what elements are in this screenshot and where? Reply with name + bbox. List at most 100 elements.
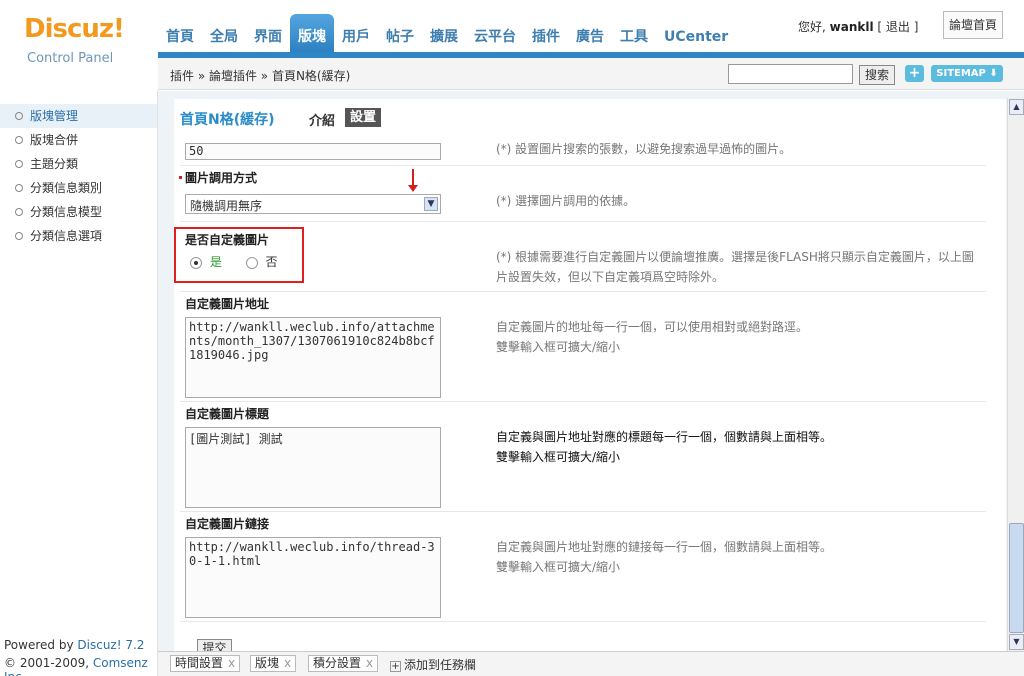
radio-no-label: 否	[265, 255, 278, 269]
sidebar-item-info-models[interactable]: 分類信息模型	[0, 200, 157, 224]
row-divider	[180, 291, 986, 292]
pic-url-label: 自定義圖片地址	[185, 297, 270, 311]
radio-yes-label: 是	[209, 255, 222, 269]
nav-tab-users[interactable]: 用戶	[334, 14, 378, 56]
submit-button[interactable]: 提交	[197, 639, 232, 651]
custom-pic-hint: (*) 根據需要進行自定義圖片以便論壇推廣。選擇是後FLASH將只顯示自定義圖片…	[496, 247, 974, 287]
pic-url-hint: 自定義圖片的地址每一行一個，可以使用相對或絕對路逕。 雙擊輸入框可擴大/縮小	[496, 317, 808, 357]
nav-tab-interface[interactable]: 界面	[246, 14, 290, 56]
sidebar-item-forum-management[interactable]: 版塊管理	[0, 104, 157, 128]
powered-by-label: Powered by	[4, 638, 74, 652]
settings-panel: 首頁N格(緩存) 介紹 設置 50 (*) 設置圖片搜索的張數，以避免搜索過早過…	[174, 99, 1006, 651]
red-arrow-annotation	[408, 169, 418, 192]
plus-icon: +	[390, 661, 401, 672]
nav-tab-extensions[interactable]: 擴展	[422, 14, 466, 56]
custom-pic-hint-line2: 片設置失效，但以下自定義項爲空時除外。	[496, 270, 725, 284]
nav-tab-cloud[interactable]: 云平台	[466, 14, 524, 56]
radio-yes[interactable]	[190, 256, 202, 269]
sidebar-item-forum-merge[interactable]: 版塊合併	[0, 128, 157, 152]
pic-link-hint: 自定義與圖片地址對應的鏈接每一行一個，個數請與上面相等。 雙擊輸入框可擴大/縮小	[496, 537, 832, 577]
breadcrumb: 插件 » 論壇插件 » 首頁N格(緩存)	[170, 69, 351, 83]
nav-tab-plugins[interactable]: 插件	[524, 14, 568, 56]
task-item[interactable]: 積分設置 x	[308, 655, 379, 672]
sidebar: 版塊管理 版塊合併 主題分類 分類信息類別 分類信息模型 分類信息選項 Powe…	[0, 90, 158, 676]
pic-title-hint: 自定義與圖片地址對應的標題每一行一個，個數請與上面相等。 雙擊輸入框可擴大/縮小	[496, 427, 832, 467]
close-icon[interactable]: x	[366, 656, 373, 670]
pic-title-label: 自定義圖片標題	[185, 407, 270, 421]
nav-tab-forums[interactable]: 版塊	[290, 14, 334, 56]
pic-link-label: 自定義圖片鏈接	[185, 517, 270, 531]
sidebar-item-thread-types[interactable]: 主題分類	[0, 152, 157, 176]
search-button[interactable]: 搜索	[859, 65, 895, 85]
nav-tab-home[interactable]: 首頁	[158, 14, 202, 56]
taskbar: 時間設置 x 版塊 x 積分設置 x + 添加到任務欄	[158, 651, 1024, 676]
sidebar-item-info-categories[interactable]: 分類信息類別	[0, 176, 157, 200]
pic-title-hint-line2: 雙擊輸入框可擴大/縮小	[496, 450, 621, 464]
scroll-down-icon[interactable]: ▼	[1009, 634, 1024, 650]
radio-no[interactable]	[245, 256, 258, 269]
user-bar: 您好, wankll [ 退出 ]	[798, 18, 918, 35]
task-label: 時間設置	[175, 656, 224, 670]
copyright-label: © 2001-2009,	[4, 656, 90, 670]
logo-subtitle: Control Panel	[27, 51, 114, 66]
discuz-link[interactable]: Discuz! 7.2	[77, 638, 144, 652]
row-divider	[180, 401, 986, 402]
panel-header: 首頁N格(緩存) 介紹 設置	[180, 108, 382, 129]
pic-url-textarea[interactable]: http://wankll.weclub.info/attachments/mo…	[185, 317, 441, 398]
powered-by: Powered by Discuz! 7.2	[4, 638, 144, 652]
image-count-field[interactable]: 50	[185, 143, 441, 160]
header: Discuz! 首頁 全局 界面 版塊 用戶 帖子 擴展 云平台 插件 廣告 工…	[0, 0, 1024, 56]
pic-link-hint-line1: 自定義與圖片地址對應的鏈接每一行一個，個數請與上面相等。	[496, 540, 833, 554]
sidebar-item-info-options[interactable]: 分類信息選項	[0, 224, 157, 248]
chevron-down-icon[interactable]: ▼	[424, 197, 438, 211]
task-item[interactable]: 版塊 x	[250, 655, 297, 672]
custom-pic-radios: 是 否	[190, 253, 278, 270]
task-item[interactable]: 時間設置 x	[170, 655, 241, 672]
sitemap-button[interactable]: SITEMAP ⬇	[931, 65, 1003, 82]
close-icon[interactable]: x	[284, 656, 291, 670]
pic-method-label: 圖片調用方式	[185, 171, 258, 185]
username: wankll	[829, 20, 874, 34]
pic-link-textarea[interactable]: http://wankll.weclub.info/thread-30-1-1.…	[185, 537, 441, 618]
row-divider	[180, 511, 986, 512]
pic-method-value: 隨機調用無序	[190, 199, 263, 213]
add-to-taskbar[interactable]: + 添加到任務欄	[390, 656, 476, 673]
image-count-hint: (*) 設置圖片搜索的張數，以避免搜索過早過怖的圖片。	[496, 142, 792, 156]
pic-method-hint: (*) 選擇圖片調用的依據。	[496, 194, 636, 208]
nav-tab-ads[interactable]: 廣告	[568, 14, 612, 56]
nav-tab-ucenter[interactable]: UCenter	[656, 14, 736, 56]
custom-pic-hint-line1: (*) 根據需要進行自定義圖片以便論壇推廣。選擇是後FLASH將只顯示自定義圖片…	[496, 250, 974, 264]
logo-brand: Discuz!	[24, 14, 125, 44]
logout-link[interactable]: [ 退出 ]	[877, 20, 918, 34]
row-divider	[180, 165, 986, 166]
custom-pic-label: 是否自定義圖片	[185, 233, 270, 247]
scrollbar-thumb[interactable]	[1009, 523, 1024, 633]
breadcrumb-bar: 插件 » 論壇插件 » 首頁N格(緩存) 搜索 + SITEMAP ⬇	[158, 58, 1024, 90]
task-label: 版塊	[255, 656, 280, 670]
row-divider	[180, 221, 986, 222]
pic-title-textarea[interactable]: [圖片測試] 測試	[185, 427, 441, 508]
pic-url-hint-line1: 自定義圖片的地址每一行一個，可以使用相對或絕對路逕。	[496, 320, 809, 334]
forum-home-button[interactable]: 論壇首頁	[943, 11, 1003, 39]
nav-tab-posts[interactable]: 帖子	[378, 14, 422, 56]
nav-tab-global[interactable]: 全局	[202, 14, 246, 56]
search-input[interactable]	[728, 64, 853, 84]
tab-intro[interactable]: 介紹	[309, 110, 335, 129]
pic-link-hint-line2: 雙擊輸入框可擴大/縮小	[496, 560, 621, 574]
pic-title-hint-line1: 自定義與圖片地址對應的標題每一行一個，個數請與上面相等。	[496, 430, 833, 444]
main-nav: 首頁 全局 界面 版塊 用戶 帖子 擴展 云平台 插件 廣告 工具 UCente…	[158, 14, 736, 56]
tab-settings[interactable]: 設置	[345, 108, 382, 127]
row-divider	[180, 621, 986, 622]
close-icon[interactable]: x	[228, 656, 235, 670]
greeting: 您好,	[798, 20, 826, 34]
nav-tab-tools[interactable]: 工具	[612, 14, 656, 56]
add-to-taskbar-label: 添加到任務欄	[404, 658, 477, 672]
copyright: © 2001-2009, Comsenz Inc.	[4, 656, 157, 676]
add-shortcut-button[interactable]: +	[905, 65, 924, 82]
required-marker	[179, 176, 182, 179]
scroll-up-icon[interactable]: ▲	[1009, 99, 1024, 115]
pic-method-select[interactable]: 隨機調用無序 ▼	[185, 194, 441, 214]
page-title: 首頁N格(緩存)	[180, 112, 275, 128]
logo[interactable]: Discuz!	[0, 0, 158, 56]
vertical-scrollbar[interactable]: ▲ ▼	[1007, 98, 1024, 652]
